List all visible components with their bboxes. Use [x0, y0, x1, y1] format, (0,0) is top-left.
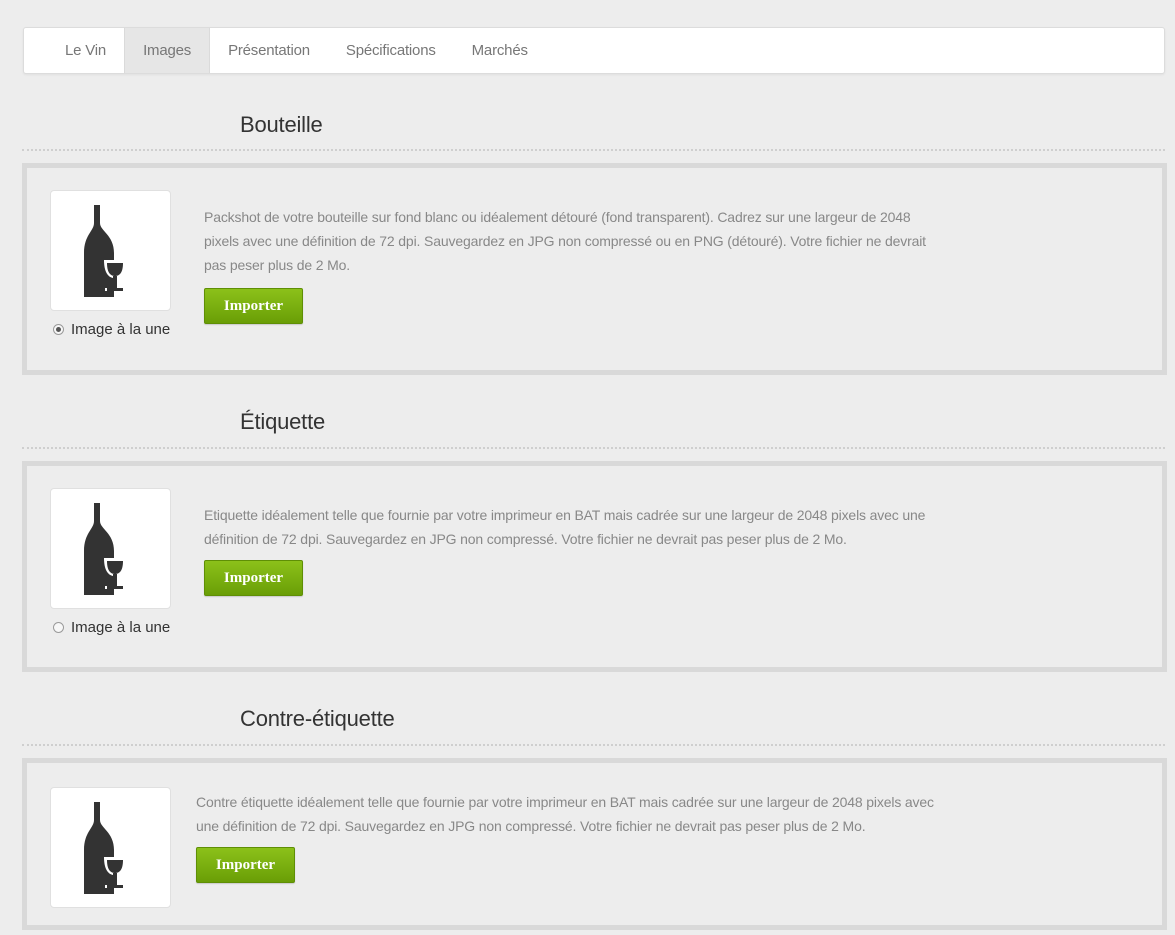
description-line: une définition de 72 dpi. Sauvegardez en…	[196, 818, 866, 834]
description-line: Etiquette idéalement telle que fournie p…	[204, 507, 926, 523]
description-line: pixels avec une définition de 72 dpi. Sa…	[204, 233, 926, 249]
section-title-etiquette: Étiquette	[240, 409, 326, 434]
etiquette-card: Etiquette idéalement telle que fournie p…	[22, 461, 1167, 672]
page: Le Vin Images Présentation Spécification…	[0, 0, 1175, 935]
description-line: pas peser plus de 2 Mo.	[204, 257, 350, 273]
etiquette-thumbnail	[50, 488, 171, 609]
import-button[interactable]: Importer	[204, 560, 303, 596]
section-divider	[22, 447, 1165, 449]
etiquette-description: Etiquette idéalement telle que fournie p…	[204, 503, 1144, 551]
description-line: définition de 72 dpi. Sauvegardez en JPG…	[204, 531, 847, 547]
tab-bar: Le Vin Images Présentation Spécification…	[23, 27, 1165, 74]
featured-image-radio[interactable]	[53, 324, 64, 335]
contre-etiquette-card: Contre étiquette idéalement telle que fo…	[22, 758, 1167, 930]
wine-bottle-glass-icon	[83, 502, 126, 595]
description-line: Packshot de votre bouteille sur fond bla…	[204, 209, 911, 225]
tab-images[interactable]: Images	[124, 28, 211, 73]
featured-image-radio[interactable]	[53, 622, 64, 633]
featured-image-option[interactable]: Image à la une	[53, 321, 170, 338]
import-button[interactable]: Importer	[196, 847, 295, 883]
bouteille-card: Packshot de votre bouteille sur fond bla…	[22, 163, 1167, 375]
tab-marches[interactable]: Marchés	[454, 28, 546, 73]
contre-etiquette-description: Contre étiquette idéalement telle que fo…	[196, 790, 1146, 838]
tab-specifications[interactable]: Spécifications	[328, 28, 454, 73]
wine-bottle-glass-icon	[83, 801, 126, 894]
tab-presentation[interactable]: Présentation	[210, 28, 328, 73]
wine-bottle-glass-icon	[83, 204, 126, 297]
bouteille-thumbnail	[50, 190, 171, 311]
section-divider	[22, 149, 1165, 151]
import-button[interactable]: Importer	[204, 288, 303, 324]
bouteille-description: Packshot de votre bouteille sur fond bla…	[204, 205, 1134, 277]
section-title-bouteille: Bouteille	[240, 112, 323, 137]
featured-image-label: Image à la une	[71, 619, 171, 636]
section-title-contre-etiquette: Contre-étiquette	[240, 706, 395, 731]
tab-le-vin[interactable]: Le Vin	[47, 28, 124, 73]
section-divider	[22, 744, 1165, 746]
contre-etiquette-thumbnail	[50, 787, 171, 908]
description-line: Contre étiquette idéalement telle que fo…	[196, 794, 934, 810]
featured-image-option[interactable]: Image à la une	[53, 619, 170, 636]
featured-image-label: Image à la une	[71, 321, 171, 338]
